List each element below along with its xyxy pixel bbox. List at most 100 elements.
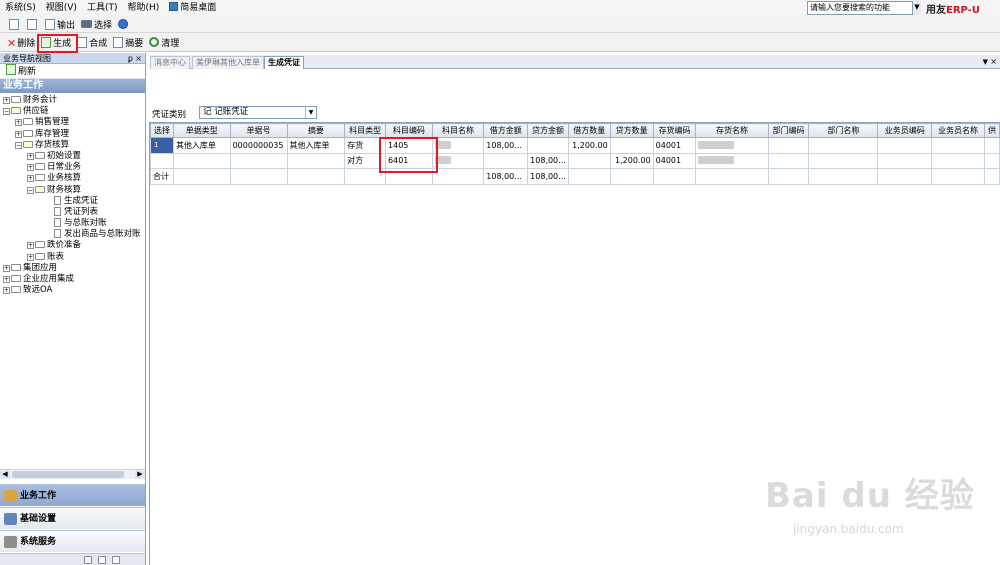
expand-icon[interactable]: +: [3, 287, 10, 295]
table-row[interactable]: 1 其他入库单 0000000035 其他入库单 存货 1405 108,00... 1,20…: [150, 137, 1000, 154]
refresh-button[interactable]: 刷新: [0, 64, 145, 79]
tree-item[interactable]: + 业务核算: [0, 173, 145, 184]
column-header[interactable]: 贷方金额: [527, 123, 569, 138]
table-cell[interactable]: 1,200.00: [609, 152, 654, 169]
tree-item[interactable]: − 供应链: [0, 106, 145, 117]
column-header[interactable]: 摘要: [286, 123, 346, 138]
tree-item[interactable]: 生成凭证: [0, 195, 145, 207]
menu-view[interactable]: 视图(V): [41, 0, 82, 16]
table-row[interactable]: 对方 6401 108,00... 1,200.00 04001: [150, 152, 1000, 169]
table-cell[interactable]: [877, 152, 933, 169]
expand-icon[interactable]: +: [3, 264, 10, 272]
tab-generate-voucher[interactable]: 生成凭证: [264, 56, 304, 69]
menu-help[interactable]: 帮助(H): [122, 0, 164, 16]
row-select-cell[interactable]: 1: [150, 137, 174, 154]
column-header[interactable]: 科目类型: [344, 123, 387, 138]
table-cell[interactable]: [567, 152, 611, 169]
function-search-input[interactable]: 请输入您要搜索的功能: [807, 1, 920, 15]
chevron-down-icon[interactable]: ▼: [305, 107, 316, 118]
clear-button[interactable]: 清理: [146, 35, 182, 50]
row-select-cell[interactable]: [150, 152, 174, 169]
options-icon[interactable]: [112, 556, 120, 564]
tree-item[interactable]: + 跌价准备: [0, 240, 145, 251]
column-header[interactable]: 供: [983, 123, 1000, 138]
scroll-right-icon[interactable]: ▶: [135, 470, 145, 479]
generate-button[interactable]: 生成: [38, 35, 74, 50]
collapse-icon[interactable]: −: [3, 108, 10, 116]
close-icon[interactable]: ×: [135, 53, 142, 64]
table-cell[interactable]: [983, 137, 1000, 154]
help-button[interactable]: [115, 17, 133, 32]
collapse-icon[interactable]: −: [15, 141, 22, 149]
tree-item[interactable]: + 初始设置: [0, 151, 145, 162]
table-cell[interactable]: [808, 137, 879, 154]
tree-item[interactable]: − 财务核算: [0, 185, 145, 196]
layout-icon[interactable]: [98, 556, 106, 564]
tree-item[interactable]: + 财务会计: [0, 95, 145, 106]
merge-button[interactable]: 合成: [74, 35, 110, 50]
expand-icon[interactable]: +: [27, 152, 34, 160]
column-header[interactable]: 科目编码: [385, 123, 433, 138]
column-header[interactable]: 单据号: [229, 123, 288, 138]
table-cell[interactable]: [431, 152, 485, 169]
expand-icon[interactable]: +: [27, 164, 34, 172]
table-cell[interactable]: 1,200.00: [567, 137, 611, 154]
summary-button[interactable]: 摘要: [110, 35, 146, 50]
table-cell[interactable]: 对方: [344, 152, 387, 169]
table-cell[interactable]: 1405: [385, 137, 433, 154]
table-cell[interactable]: [229, 152, 288, 169]
expand-icon[interactable]: +: [27, 242, 34, 250]
column-header[interactable]: 业务员名称: [931, 123, 985, 138]
tree-item[interactable]: + 集团应用: [0, 263, 145, 274]
tree-item[interactable]: 与总账对账: [0, 218, 145, 229]
expand-icon[interactable]: +: [15, 119, 22, 127]
chevron-down-icon[interactable]: ▼: [912, 1, 921, 15]
delete-button[interactable]: ✕ 删除: [4, 35, 38, 50]
table-cell[interactable]: [695, 137, 769, 154]
table-cell[interactable]: [431, 137, 485, 154]
table-cell[interactable]: [931, 152, 985, 169]
tab-other-inbound[interactable]: 美伊琳其他入库单: [192, 56, 264, 69]
table-cell[interactable]: [767, 137, 810, 154]
print-button[interactable]: [6, 17, 24, 32]
column-header[interactable]: 贷方数量: [609, 123, 654, 138]
table-cell[interactable]: 6401: [385, 152, 433, 169]
table-cell[interactable]: [695, 152, 769, 169]
column-header[interactable]: 选择: [150, 123, 174, 138]
tree-item[interactable]: 凭证列表: [0, 206, 145, 218]
tree-horizontal-scrollbar[interactable]: ◀ ▶: [0, 469, 145, 479]
nav-business-work[interactable]: 业务工作: [0, 484, 145, 506]
tree-item[interactable]: − 存货核算: [0, 140, 145, 151]
table-cell[interactable]: 04001: [652, 137, 697, 154]
table-cell[interactable]: [983, 152, 1000, 169]
column-header[interactable]: 存货编码: [652, 123, 697, 138]
tab-close-icon[interactable]: ×: [990, 55, 997, 69]
table-cell[interactable]: [527, 137, 569, 154]
table-cell[interactable]: 存货: [344, 137, 387, 154]
table-cell[interactable]: [609, 137, 654, 154]
export-button[interactable]: 输出: [42, 17, 78, 32]
tree-item[interactable]: + 库存管理: [0, 129, 145, 140]
table-cell[interactable]: 其他入库单: [172, 137, 231, 154]
expand-icon[interactable]: +: [27, 175, 34, 183]
table-cell[interactable]: [808, 152, 879, 169]
tree-item[interactable]: + 销售管理: [0, 117, 145, 128]
tree-item[interactable]: 发出商品与总账对账: [0, 229, 145, 240]
tree-item[interactable]: + 账表: [0, 252, 145, 263]
table-cell[interactable]: 04001: [652, 152, 697, 169]
tree-item[interactable]: + 致远OA: [0, 285, 145, 296]
scrollbar-thumb[interactable]: [12, 471, 124, 478]
tab-list-icon[interactable]: ▼: [983, 55, 988, 69]
scroll-left-icon[interactable]: ◀: [0, 470, 10, 479]
table-cell[interactable]: [931, 137, 985, 154]
column-header[interactable]: 业务员编码: [877, 123, 933, 138]
tree-item[interactable]: + 企业应用集成: [0, 274, 145, 285]
table-cell[interactable]: 108,00...: [527, 152, 569, 169]
collapse-icon[interactable]: [84, 556, 92, 564]
tree-item[interactable]: + 日常业务: [0, 162, 145, 173]
table-cell[interactable]: 0000000035: [229, 137, 288, 154]
expand-icon[interactable]: +: [15, 130, 22, 138]
nav-system-services[interactable]: 系统服务: [0, 530, 145, 552]
table-cell[interactable]: [286, 152, 346, 169]
expand-icon[interactable]: +: [3, 97, 10, 104]
